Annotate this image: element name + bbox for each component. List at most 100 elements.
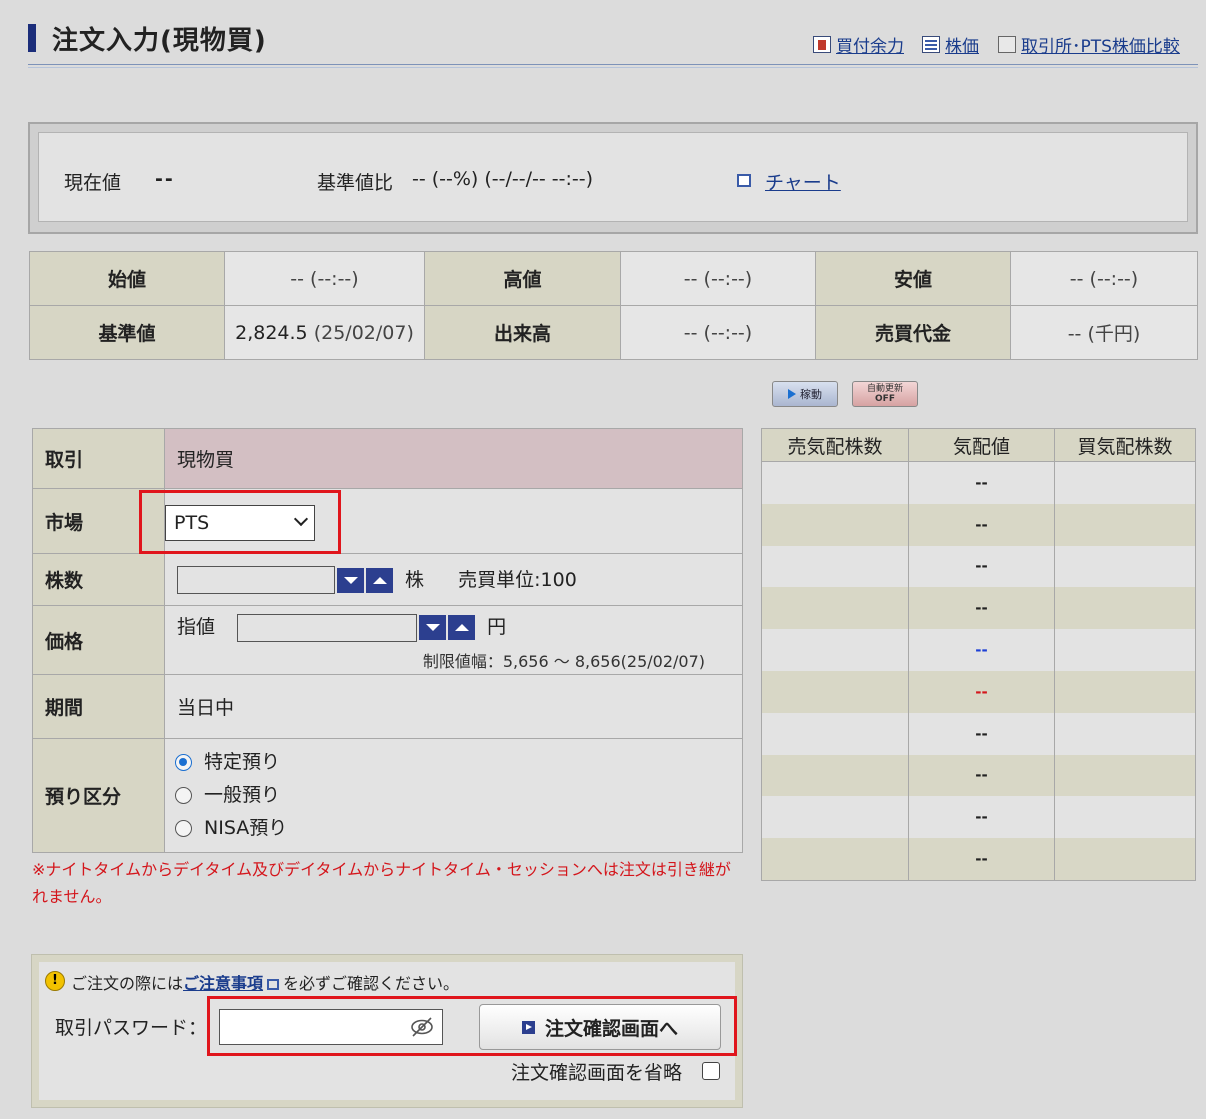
page-title: 注文入力(現物買) [52,26,267,56]
running-button[interactable]: 稼動 [772,381,838,407]
high-label: 高値 [424,251,621,306]
trade-label: 取引 [32,428,165,489]
account-type-label: 預り区分 [32,738,165,853]
account-option-nisa[interactable]: NISA預り [175,812,741,845]
order-book-row: -- [761,670,1196,713]
account-option-tokutei[interactable]: 特定預り [175,746,741,779]
turnover-value: -- (千円) [1010,305,1198,360]
header-divider-secondary [28,67,1198,68]
price-limit-range: 制限値幅：5,656 〜 8,656(25/02/07) [422,651,705,671]
radio-ippan[interactable] [175,787,192,804]
chart-link[interactable]: チャート [765,168,841,195]
quote-price-cell: -- [908,712,1055,755]
quote-price-header: 気配値 [908,428,1055,462]
shares-down-button[interactable] [337,567,364,593]
open-label: 始値 [29,251,225,306]
skip-confirm-label: 注文確認画面を省略 [511,1062,683,1084]
buy-qty-cell [1054,796,1196,839]
period-value: 当日中 [164,674,743,739]
volume-value: -- (--:--) [620,305,816,360]
caution-prefix: ご注文の際には [71,974,184,993]
price-type: 指値 [177,616,216,638]
quote-price-cell: -- [908,587,1055,630]
price-down-button[interactable] [419,615,447,640]
low-label: 安値 [815,251,1011,306]
buying-power-icon [813,36,831,53]
shares-input[interactable] [177,566,335,595]
link-exchange-compare[interactable]: 取引所･PTS株価比較 [998,32,1180,57]
buy-qty-cell [1054,629,1196,671]
sell-qty-cell [761,712,909,755]
link-stock-price[interactable]: 株価 [922,32,979,57]
high-value: -- (--:--) [620,251,816,306]
low-value: -- (--:--) [1010,251,1198,306]
period-label: 期間 [32,674,165,739]
header-divider [28,64,1198,65]
order-book-row: -- [761,503,1196,546]
price-up-button[interactable] [448,615,476,640]
quote-price-cell: -- [908,796,1055,839]
buy-qty-cell [1054,461,1196,504]
sell-qty-cell [761,629,909,671]
quote-price-cell: -- [908,838,1055,881]
order-book-row: -- [761,712,1196,755]
quote-price-cell: -- [908,754,1055,797]
base-price-date: (25/02/07) [313,321,414,344]
account-option-ippan[interactable]: 一般預り [175,779,741,812]
turnover-label: 売買代金 [815,305,1011,360]
sell-qty-cell [761,838,909,881]
current-price-label: 現在値 [64,172,122,194]
link-buying-power[interactable]: 買付余力 [813,32,904,57]
shares-up-button[interactable] [366,567,393,593]
buy-qty-cell [1054,712,1196,755]
current-price-inner [38,132,1188,222]
account-option-label: NISA預り [204,817,288,839]
order-book-row: -- [761,754,1196,797]
sell-qty-cell [761,503,909,546]
popup-window-icon [267,979,280,990]
order-book: 売気配株数 気配値 買気配株数 -- -- -- -- -- -- -- -- -- -- [761,428,1196,881]
link-exchange-compare-label: 取引所･PTS株価比較 [1021,37,1180,57]
radio-tokutei[interactable] [175,754,192,771]
trade-value: 現物買 [164,428,743,489]
current-price-value: -- [155,168,175,190]
window-icon [998,36,1016,53]
sell-qty-cell [761,461,909,504]
buy-qty-header: 買気配株数 [1054,428,1196,462]
base-price-cell: 2,824.5 (25/02/07) [224,305,425,360]
link-buying-power-label: 買付余力 [836,37,904,57]
price-label: 価格 [32,605,165,675]
buy-qty-cell [1054,545,1196,588]
radio-nisa[interactable] [175,820,192,837]
quote-price-cell: -- [908,670,1055,713]
price-input[interactable] [237,613,418,642]
trading-unit-info: 売買単位:100 [458,568,577,591]
sell-qty-cell [761,545,909,588]
change-value: -- (--%) (--/--/-- --:--) [412,168,594,190]
order-book-row: -- [761,796,1196,839]
quote-price-cell: -- [908,461,1055,504]
sell-qty-cell [761,754,909,797]
auto-update-toggle[interactable]: 自動更新 OFF [852,381,918,407]
quote-price-cell: -- [908,503,1055,546]
order-book-row: -- [761,461,1196,504]
play-icon [788,389,796,399]
sell-qty-cell [761,670,909,713]
caution-link[interactable]: ご注意事項 [183,974,263,993]
skip-confirm-checkbox[interactable] [702,1062,720,1080]
link-stock-price-label: 株価 [945,37,979,57]
popup-window-icon [737,174,751,187]
buy-qty-cell [1054,670,1196,713]
buy-qty-cell [1054,754,1196,797]
order-book-row: -- [761,587,1196,630]
sell-qty-cell [761,587,909,630]
auto-update-label: 自動更新 [866,384,903,394]
base-price-label: 基準値 [29,305,225,360]
price-cell: 指値 円 制限値幅：5,656 〜 8,656(25/02/07) [164,605,743,675]
shares-cell: 株 売買単位:100 [164,553,743,606]
title-accent-bar [28,24,36,52]
buy-qty-cell [1054,838,1196,881]
auto-update-state: OFF [875,394,895,404]
warning-icon: ! [45,971,65,991]
price-stats-table: 始値 -- (--:--) 高値 -- (--:--) 安値 -- (--:--… [29,251,1198,360]
